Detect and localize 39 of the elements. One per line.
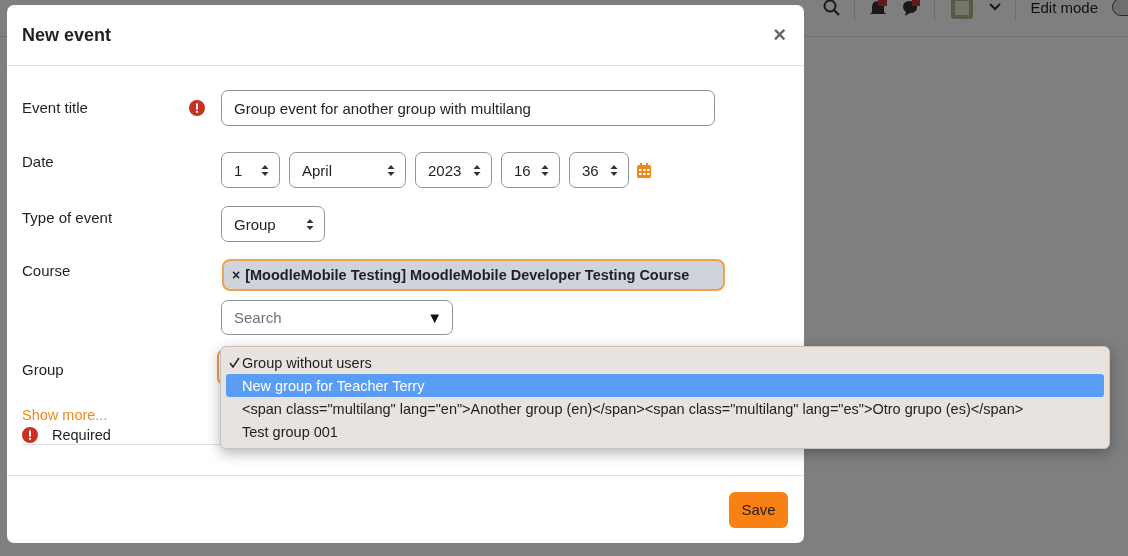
error-icon xyxy=(22,427,38,443)
sort-arrows-icon xyxy=(261,163,269,177)
menu-item[interactable]: Test group 001 xyxy=(226,420,1104,443)
save-button[interactable]: Save xyxy=(729,491,788,528)
field-label: Event title xyxy=(22,98,89,118)
caret-icon xyxy=(989,3,1002,11)
dropdown-select[interactable]: 36 xyxy=(569,152,629,188)
field-label: Date xyxy=(22,152,55,172)
sort-arrows-icon xyxy=(473,163,481,177)
search-field[interactable]: Search ▼ xyxy=(221,300,453,335)
close-button[interactable]: × xyxy=(771,22,788,48)
dropdown-select[interactable]: 2023 xyxy=(415,152,492,188)
sort-arrows-icon xyxy=(387,163,395,177)
dropdown-select[interactable]: 16 xyxy=(501,152,560,188)
menu-item[interactable]: <span class="multilang" lang="en">Another group (en)</span><span class="multilang" lang="es">Otro grupo (es)</span> xyxy=(226,397,1104,420)
field-label: Course xyxy=(22,261,72,281)
dropdown-arrow: ▼ xyxy=(427,309,442,326)
input-field[interactable]: Group event for another group with multilang xyxy=(221,90,715,126)
chat-icon xyxy=(901,0,921,16)
calendar-icon xyxy=(637,162,651,178)
sort-arrows-icon xyxy=(306,217,314,231)
dropdown-select[interactable]: 1 xyxy=(221,152,280,188)
dropdown-select[interactable]: Group xyxy=(221,206,325,242)
avatar-icon xyxy=(949,0,976,21)
sort-arrows-icon xyxy=(541,163,549,177)
selected-course-tag[interactable]: × [MoodleMobile Testing] MoodleMobile Developer Testing Course xyxy=(222,259,725,291)
field-label: Group xyxy=(22,360,65,380)
tag-label: [MoodleMobile Testing] MoodleMobile Developer Testing Course xyxy=(245,267,690,283)
edit-mode-label: Edit mode xyxy=(1030,0,1098,16)
menu-item[interactable]: Group without users xyxy=(226,351,1104,374)
field-label: Type of event xyxy=(22,208,114,228)
placeholder-text: Search xyxy=(234,309,282,326)
required-note: Required xyxy=(52,427,111,443)
dialog-title: New event xyxy=(22,24,112,46)
search-icon xyxy=(823,0,841,16)
sort-arrows-icon xyxy=(610,163,618,177)
remove-tag-button[interactable]: × xyxy=(232,267,241,283)
dropdown-select[interactable]: April xyxy=(289,152,406,188)
bell-icon xyxy=(869,0,888,16)
